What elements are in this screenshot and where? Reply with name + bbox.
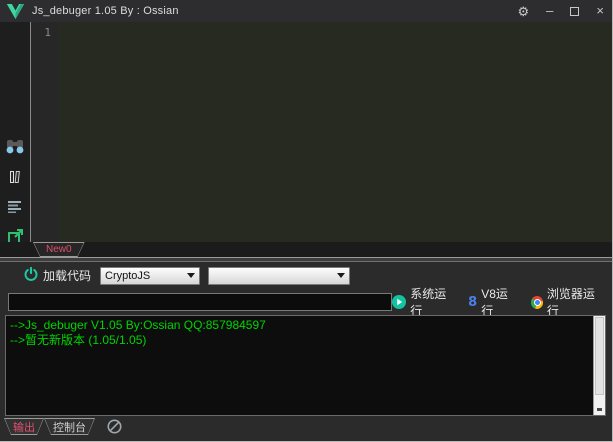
scrollbar-arrow-icon xyxy=(597,408,602,411)
line-number-gutter: 1 xyxy=(30,22,58,242)
files-compare-icon[interactable] xyxy=(8,170,22,189)
minimize-button[interactable]: – xyxy=(546,4,553,17)
chrome-browser-icon xyxy=(530,295,543,309)
load-code-button[interactable]: 加载代码 xyxy=(24,266,92,284)
editor-region: 1 xyxy=(0,22,612,244)
chevron-down-icon xyxy=(337,273,346,278)
power-icon xyxy=(24,266,38,284)
editor-sidebar xyxy=(0,22,30,244)
v8-run-label: V8运行 xyxy=(481,287,508,318)
window-title: Js_debuger 1.05 By : Ossian xyxy=(32,5,179,17)
output-line: -->Js_debuger V1.05 By:Ossian QQ:8579845… xyxy=(10,318,266,332)
titlebar: Js_debuger 1.05 By : Ossian ⚙ – × xyxy=(0,0,612,22)
scrollbar-thumb[interactable] xyxy=(595,317,604,395)
command-input[interactable] xyxy=(8,293,393,311)
output-line: -->暂无新版本 (1.05/1.05) xyxy=(10,333,147,347)
browser-run-button[interactable]: 浏览器运行 xyxy=(530,285,604,319)
window-controls: ⚙ – × xyxy=(518,4,604,18)
library-dropdown-value: CryptoJS xyxy=(105,269,151,282)
maximize-button[interactable] xyxy=(570,6,580,16)
tab-new0-label: New0 xyxy=(34,243,84,256)
format-lines-icon[interactable] xyxy=(7,200,23,218)
bottom-tabstrip: 输出 控制台 xyxy=(0,416,612,441)
tab-output[interactable]: 输出 xyxy=(4,418,44,435)
tab-console[interactable]: 控制台 xyxy=(44,418,95,435)
output-panel[interactable]: -->Js_debuger V1.05 By:Ossian QQ:8579845… xyxy=(5,315,606,416)
line-number: 1 xyxy=(44,26,51,39)
binoculars-search-icon[interactable] xyxy=(6,140,24,159)
tab-new0[interactable]: New0 xyxy=(33,242,85,257)
run-bar: 系统运行 8 V8运行 浏览器运行 xyxy=(0,287,612,318)
code-editor[interactable] xyxy=(58,22,612,242)
load-code-label: 加载代码 xyxy=(43,269,92,283)
run-buttons: 系统运行 8 V8运行 浏览器运行 xyxy=(392,285,604,319)
secondary-dropdown[interactable] xyxy=(208,266,351,285)
system-run-label: 系统运行 xyxy=(410,287,447,318)
close-button[interactable]: × xyxy=(596,4,604,17)
clear-prohibition-icon[interactable] xyxy=(107,419,122,434)
output-scrollbar[interactable] xyxy=(593,316,605,415)
system-run-button[interactable]: 系统运行 xyxy=(392,285,455,319)
play-circle-icon xyxy=(392,295,407,309)
tab-console-label: 控制台 xyxy=(45,419,94,434)
app-logo-v-icon xyxy=(6,3,25,19)
browser-run-label: 浏览器运行 xyxy=(546,287,595,318)
v8-run-button[interactable]: 8 V8运行 xyxy=(468,285,517,319)
v8-logo-icon: 8 xyxy=(468,294,478,310)
settings-gear-icon[interactable]: ⚙ xyxy=(518,5,530,18)
library-dropdown[interactable]: CryptoJS xyxy=(100,266,201,285)
tab-output-label: 输出 xyxy=(5,419,43,434)
editor-tabstrip: New0 xyxy=(0,242,612,257)
chevron-down-icon xyxy=(187,273,196,278)
app-window: Js_debuger 1.05 By : Ossian ⚙ – × 1 New0… xyxy=(0,0,613,442)
